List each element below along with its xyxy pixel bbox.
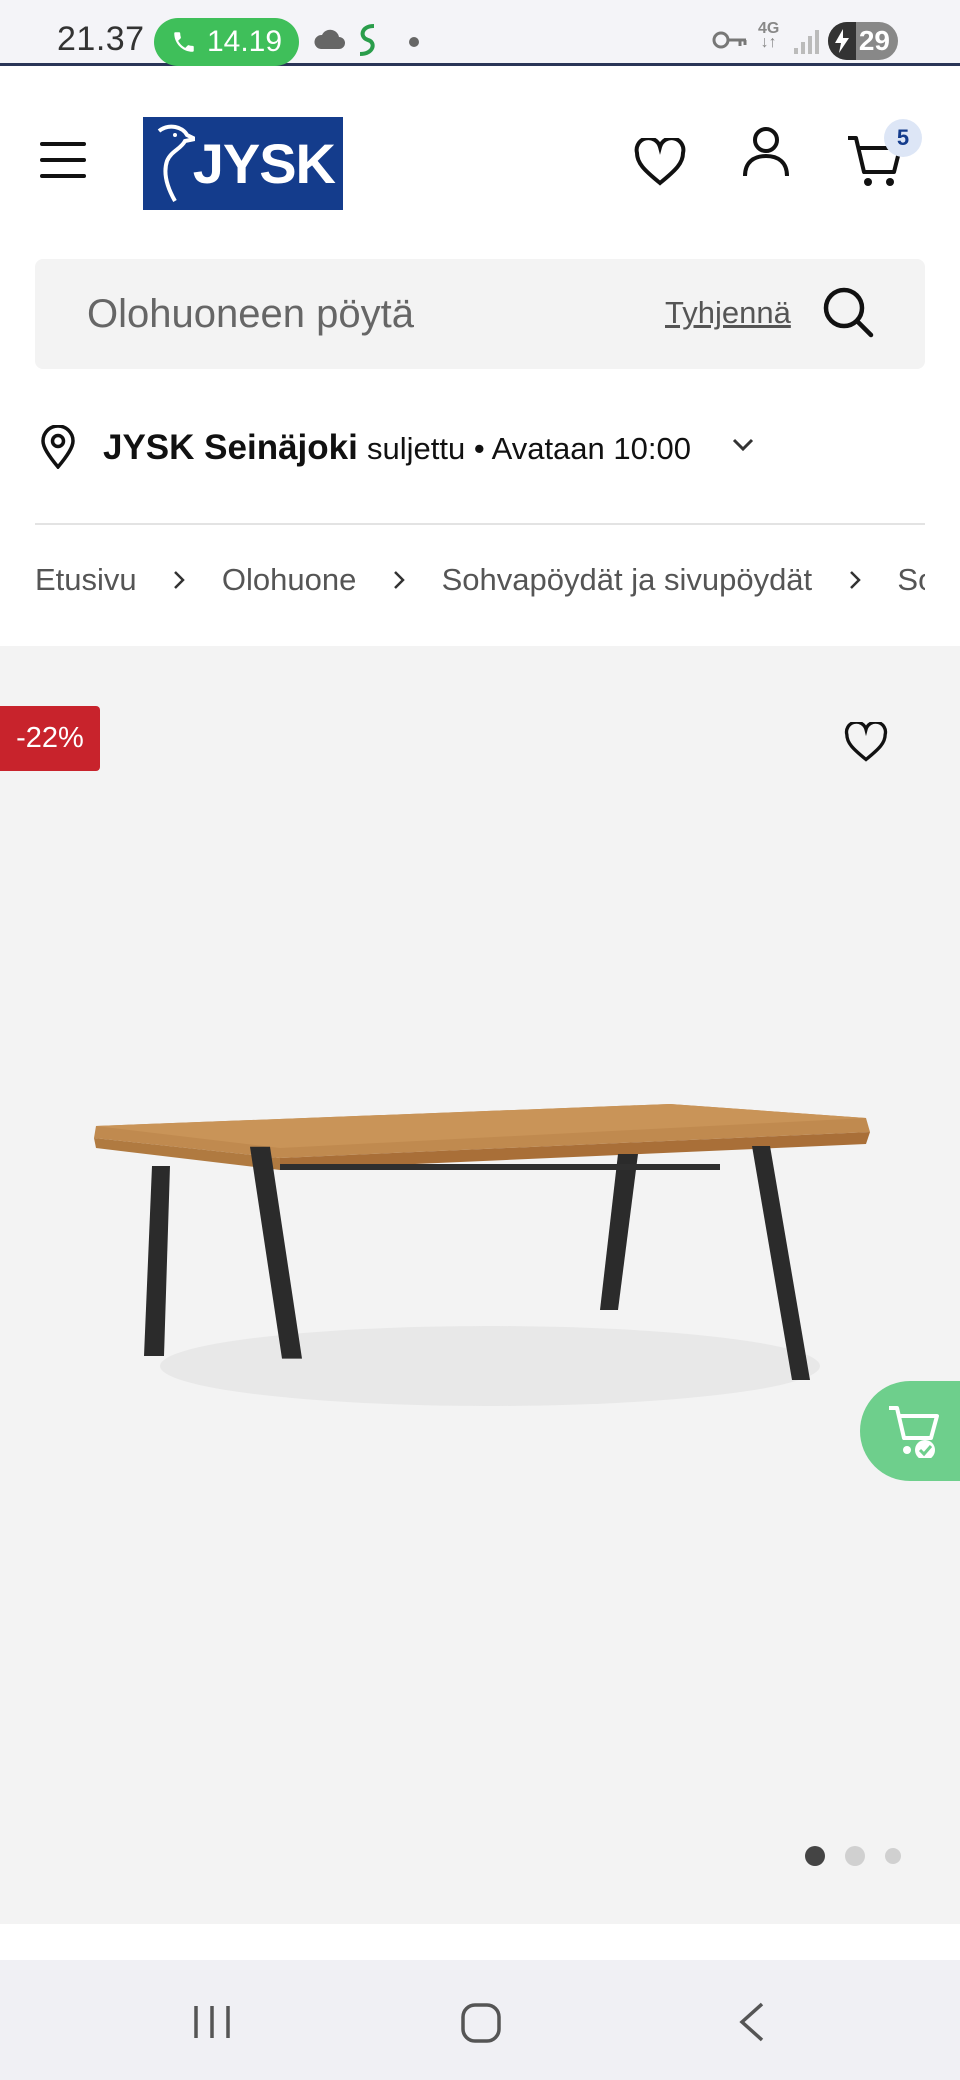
store-status: suljettu • Avataan 10:00 (367, 431, 691, 466)
store-selector[interactable]: JYSK Seinäjoki suljettu • Avataan 10:00 (35, 400, 925, 492)
product-image-gallery[interactable]: -22% (0, 646, 960, 1924)
chevron-right-icon (394, 570, 405, 589)
image-pagination (805, 1846, 901, 1866)
search-icon[interactable] (821, 285, 875, 339)
notification-dot (409, 37, 419, 47)
back-icon[interactable] (736, 2000, 766, 2044)
menu-icon-line (40, 158, 86, 162)
menu-button[interactable] (40, 142, 86, 182)
vpn-key-icon (712, 31, 747, 49)
status-bar: 21.37 14.19 4G ↓↑ 29 (0, 0, 960, 66)
search-input[interactable] (85, 287, 645, 341)
divider (35, 523, 925, 525)
pagination-dot[interactable] (845, 1846, 865, 1866)
s-app-icon (359, 24, 375, 56)
jysk-logo[interactable]: JYSK (143, 117, 343, 210)
home-icon[interactable] (460, 2002, 502, 2044)
heart-icon[interactable] (634, 138, 686, 186)
breadcrumb: Etusivu Olohuone Sohvapöydät ja sivupöyd… (35, 560, 925, 620)
pagination-dot[interactable] (885, 1848, 901, 1864)
battery-indicator: 29 (828, 22, 898, 60)
charging-bolt-icon (828, 22, 856, 60)
goose-icon (157, 124, 195, 202)
breadcrumb-item[interactable]: Sohvapöydät (897, 562, 925, 598)
pagination-dot-active[interactable] (805, 1846, 825, 1866)
chevron-right-icon (849, 570, 861, 589)
battery-level: 29 (858, 25, 890, 56)
menu-icon-line (40, 174, 86, 178)
menu-icon (40, 142, 86, 146)
breadcrumb-item[interactable]: Olohuone (222, 562, 356, 598)
call-timer-text: 14.19 (206, 25, 283, 58)
network-type: 4G ↓↑ (758, 20, 780, 51)
location-pin-icon (41, 425, 75, 469)
add-to-cart-button[interactable] (860, 1381, 960, 1481)
search-bar: Tyhjennä (35, 259, 925, 369)
breadcrumb-item[interactable]: Etusivu (35, 562, 137, 598)
logo-text: JYSK (192, 132, 336, 195)
chevron-down-icon (732, 438, 754, 452)
status-time: 21.37 (57, 20, 145, 58)
content-bottom (0, 1924, 960, 1960)
cloud-icon (314, 29, 345, 49)
system-nav-bar (0, 1960, 960, 2080)
heart-icon[interactable] (844, 722, 888, 762)
clear-search-link[interactable]: Tyhjennä (665, 295, 791, 331)
cart-check-icon (889, 1406, 939, 1458)
store-name: JYSK Seinäjoki (103, 428, 358, 467)
phone-icon (174, 32, 194, 52)
chevron-right-icon (174, 570, 186, 589)
breadcrumb-item[interactable]: Sohvapöydät ja sivupöydät (442, 562, 813, 598)
product-image-coffee-table (94, 1104, 870, 1406)
call-timer-pill[interactable]: 14.19 (154, 18, 299, 66)
discount-badge: -22% (0, 706, 100, 771)
user-icon[interactable] (742, 126, 790, 180)
recent-apps-icon[interactable] (192, 2002, 232, 2042)
signal-icon (794, 30, 819, 54)
cart-count-badge: 5 (884, 119, 922, 157)
